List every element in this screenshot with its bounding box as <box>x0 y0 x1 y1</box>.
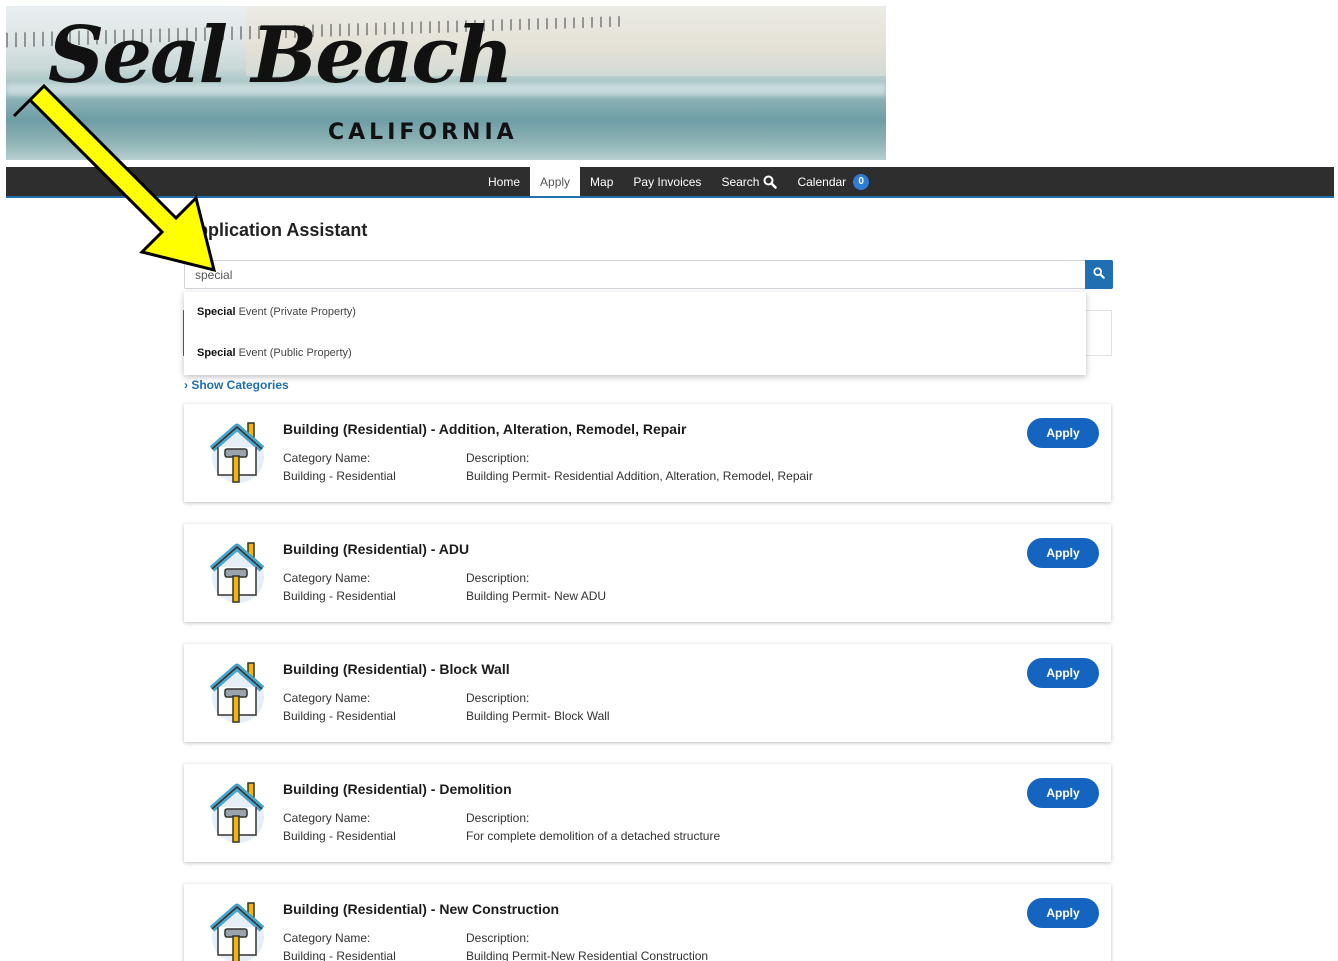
description-value: Building Permit-New Residential Construc… <box>466 949 709 961</box>
search-bar <box>184 260 1113 289</box>
logo-subtitle: CALIFORNIA <box>328 120 518 145</box>
show-categories-link[interactable]: › Show Categories <box>184 378 289 392</box>
house-hammer-icon <box>208 899 266 961</box>
description-label: Description: <box>466 931 530 945</box>
category-value: Building - Residential <box>283 949 396 961</box>
search-button[interactable] <box>1085 260 1113 289</box>
autocomplete-dropdown: Special Event (Private Property) Special… <box>184 292 1086 375</box>
record-card: Building (Residential) - New Constructio… <box>184 884 1111 961</box>
apply-button[interactable]: Apply <box>1027 658 1099 688</box>
description-label: Description: <box>466 451 530 465</box>
search-icon <box>763 175 778 189</box>
category-value: Building - Residential <box>283 589 396 603</box>
record-title[interactable]: Building (Residential) - ADU <box>283 541 469 557</box>
magnifier-icon <box>1093 266 1105 284</box>
record-title[interactable]: Building (Residential) - New Constructio… <box>283 901 559 917</box>
description-label: Description: <box>466 811 530 825</box>
category-label: Category Name: <box>283 691 371 705</box>
apply-button[interactable]: Apply <box>1027 538 1099 568</box>
suggestion-item[interactable]: Special Event (Private Property) <box>197 306 356 318</box>
apply-button[interactable]: Apply <box>1027 418 1099 448</box>
suggestion-item[interactable]: Special Event (Public Property) <box>197 347 352 359</box>
nav-map[interactable]: Map <box>580 167 623 196</box>
category-value: Building - Residential <box>283 829 396 843</box>
house-hammer-icon <box>208 419 266 485</box>
category-label: Category Name: <box>283 571 371 585</box>
calendar-count-badge: 0 <box>853 173 870 190</box>
description-label: Description: <box>466 691 530 705</box>
nav-calendar[interactable]: Calendar 0 <box>787 167 879 196</box>
house-hammer-icon <box>208 539 266 605</box>
record-card: Building (Residential) - Block Wall Cate… <box>184 644 1111 742</box>
category-value: Building - Residential <box>283 469 396 483</box>
search-input[interactable] <box>184 260 1086 289</box>
house-hammer-icon <box>208 779 266 845</box>
description-value: For complete demolition of a detached st… <box>466 829 721 843</box>
category-label: Category Name: <box>283 931 371 945</box>
category-value: Building - Residential <box>283 709 396 723</box>
record-title[interactable]: Building (Residential) - Block Wall <box>283 661 510 677</box>
nav-home[interactable]: Home <box>478 167 530 196</box>
chevron-right-icon: › <box>184 378 188 392</box>
record-title[interactable]: Building (Residential) - Addition, Alter… <box>283 421 686 437</box>
category-label: Category Name: <box>283 451 371 465</box>
description-value: Building Permit- Residential Addition, A… <box>466 469 813 483</box>
nav-items: Home Apply Map Pay Invoices Search Calen… <box>478 167 879 196</box>
description-value: Building Permit- Block Wall <box>466 709 610 723</box>
nav-apply[interactable]: Apply <box>530 167 581 196</box>
record-title[interactable]: Building (Residential) - Demolition <box>283 781 512 797</box>
record-card: Building (Residential) - Demolition Cate… <box>184 764 1111 862</box>
house-hammer-icon <box>208 659 266 725</box>
apply-button[interactable]: Apply <box>1027 898 1099 928</box>
record-card: Building (Residential) - Addition, Alter… <box>184 404 1111 502</box>
record-card: Building (Residential) - ADU Category Na… <box>184 524 1111 622</box>
apply-button[interactable]: Apply <box>1027 778 1099 808</box>
category-label: Category Name: <box>283 811 371 825</box>
yellow-arrow-icon <box>12 83 217 273</box>
nav-search[interactable]: Search <box>711 167 787 196</box>
description-label: Description: <box>466 571 530 585</box>
nav-pay-invoices[interactable]: Pay Invoices <box>623 167 711 196</box>
description-value: Building Permit- New ADU <box>466 589 607 603</box>
